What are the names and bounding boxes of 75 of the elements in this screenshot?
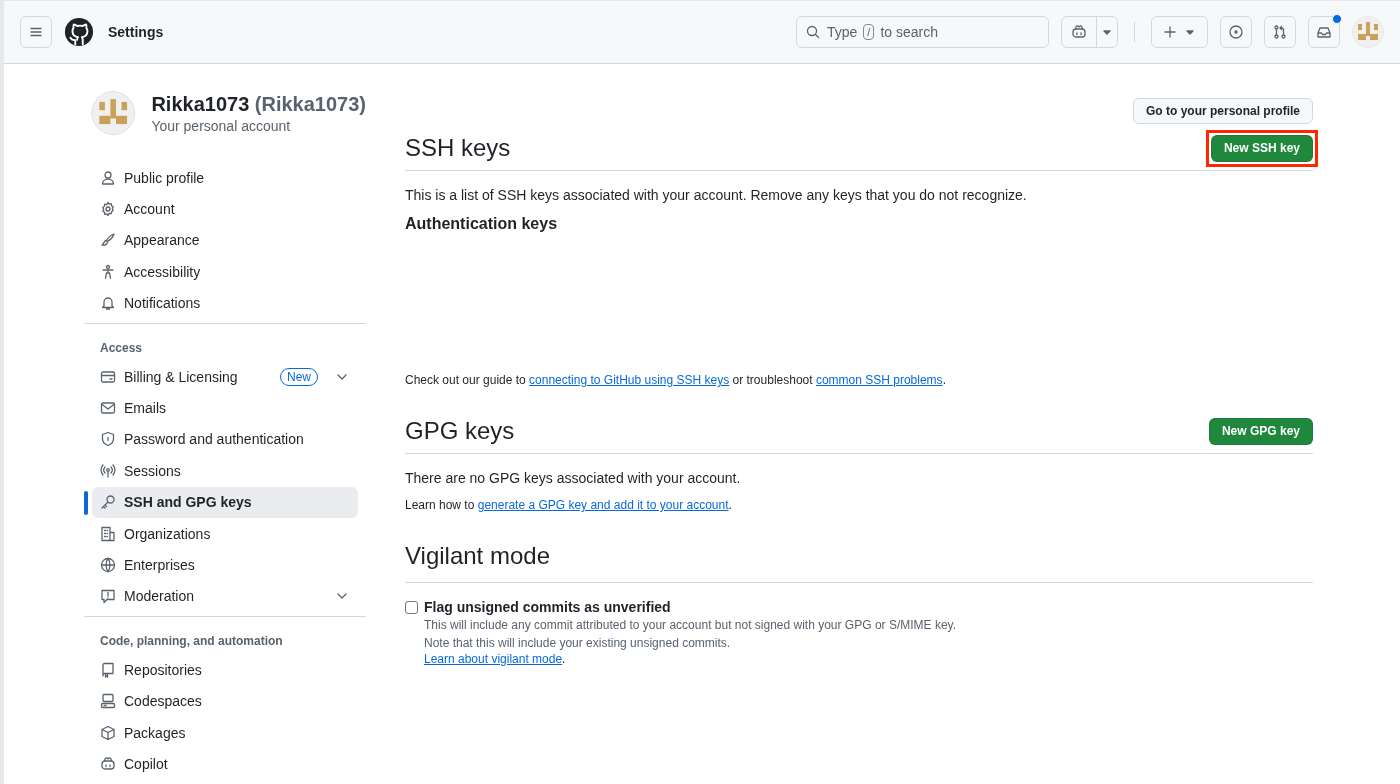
account-name: Rikka1073 (Rikka1073) (151, 92, 366, 116)
person-icon (100, 169, 116, 186)
checkbox[interactable] (405, 601, 418, 614)
sidebar-item[interactable]: Public profile (92, 162, 358, 194)
accessibility-icon (100, 263, 116, 280)
building-icon (100, 525, 116, 542)
computer-icon (100, 693, 116, 710)
sidebar-item[interactable]: Codespaces (92, 685, 358, 717)
menu-button[interactable] (20, 16, 52, 48)
search-placeholder: to search (880, 24, 938, 40)
mail-icon (100, 400, 116, 417)
sidebar-item[interactable]: Enterprises (92, 549, 358, 581)
sidebar-item[interactable]: Account (92, 193, 358, 225)
sidebar-item[interactable]: Organizations (92, 517, 358, 550)
copilot-icon (1071, 24, 1087, 40)
link[interactable]: generate a GPG key and add it to your account (477, 498, 729, 512)
new-key-button[interactable]: New GPG key (1208, 417, 1313, 445)
section-title: SSH keys (405, 134, 511, 162)
paintbrush-icon (100, 232, 116, 249)
issues-button[interactable] (1220, 16, 1252, 48)
cube-icon (100, 724, 116, 741)
shield-icon (100, 431, 116, 448)
profile-button[interactable]: Go to your personal profile (1133, 98, 1313, 124)
book-icon (100, 661, 116, 678)
section-title: GPG keys (405, 417, 515, 445)
issue-icon (1228, 24, 1244, 40)
account-subtitle: Your personal account (151, 117, 292, 134)
broadcast-icon (100, 462, 116, 479)
sidebar-item[interactable]: Accessibility (92, 256, 358, 288)
sidebar-item[interactable]: Repositories (92, 654, 358, 686)
link[interactable]: connecting to GitHub using SSH keys (529, 373, 730, 387)
help-text: Check out our guide to connecting to GitHub using SSH keys or troubleshoot common SSH problems. (405, 373, 947, 387)
copilot-icon (100, 755, 116, 772)
shortcut-key: / (863, 24, 875, 40)
sidebar-item[interactable]: Password and authentication (92, 423, 358, 456)
section-title: Vigilant mode (405, 542, 550, 570)
bell-icon (100, 295, 116, 312)
logo-icon (64, 17, 94, 47)
create-button[interactable] (1151, 16, 1208, 48)
search-field[interactable]: Type / to search (796, 16, 1049, 48)
globe-icon (100, 557, 116, 573)
subheading: Authentication keys (405, 215, 559, 233)
sidebar-item[interactable]: Packages (92, 716, 358, 749)
search-placeholder: Type (827, 24, 858, 40)
description: Note that this will include your existing unsigned commits. (424, 634, 732, 652)
selection-indicator (84, 490, 88, 515)
help-text: Learn how to generate a GPG key and add it to your account. (405, 498, 733, 512)
avatar (91, 90, 136, 136)
inbox-icon (1316, 24, 1332, 40)
pull-request-icon (1272, 24, 1288, 40)
new-key-button[interactable]: New SSH key (1210, 134, 1313, 162)
credit-card-icon (100, 368, 116, 385)
description: This will include any commit attributed to your account but not signed with your GPG or S/MIME key. (424, 617, 956, 634)
sidebar-item[interactable]: Billing & Licensing New (92, 360, 358, 393)
sidebar-item[interactable]: Sessions (92, 455, 358, 487)
link[interactable]: common SSH problems (815, 373, 943, 387)
page-title: Settings (108, 24, 164, 40)
section-heading: Code, planning, and automation (99, 633, 284, 651)
sidebar-item[interactable]: Notifications (92, 287, 358, 319)
key-icon (100, 494, 116, 511)
sidebar-item[interactable]: Emails (92, 392, 358, 424)
pull-requests-button[interactable] (1264, 16, 1296, 48)
sidebar-item[interactable]: Copilot (92, 748, 358, 780)
help-text: Learn about vigilant mode. (424, 652, 567, 666)
description: There are no GPG keys associated with your account. (405, 470, 742, 486)
inbox-button[interactable] (1308, 16, 1340, 48)
search-icon (805, 24, 821, 40)
sidebar-item[interactable]: Appearance (92, 224, 358, 257)
sidebar-item[interactable]: Moderation (92, 580, 358, 613)
checkbox-label: Flag unsigned commits as unverified (424, 599, 672, 615)
description: This is a list of SSH keys associated with your account. Remove any keys that you do not recognize. (405, 187, 1028, 203)
gear-icon (100, 201, 116, 218)
section-heading: Access (99, 339, 144, 357)
report-icon (100, 588, 116, 605)
avatar[interactable] (1352, 16, 1384, 48)
